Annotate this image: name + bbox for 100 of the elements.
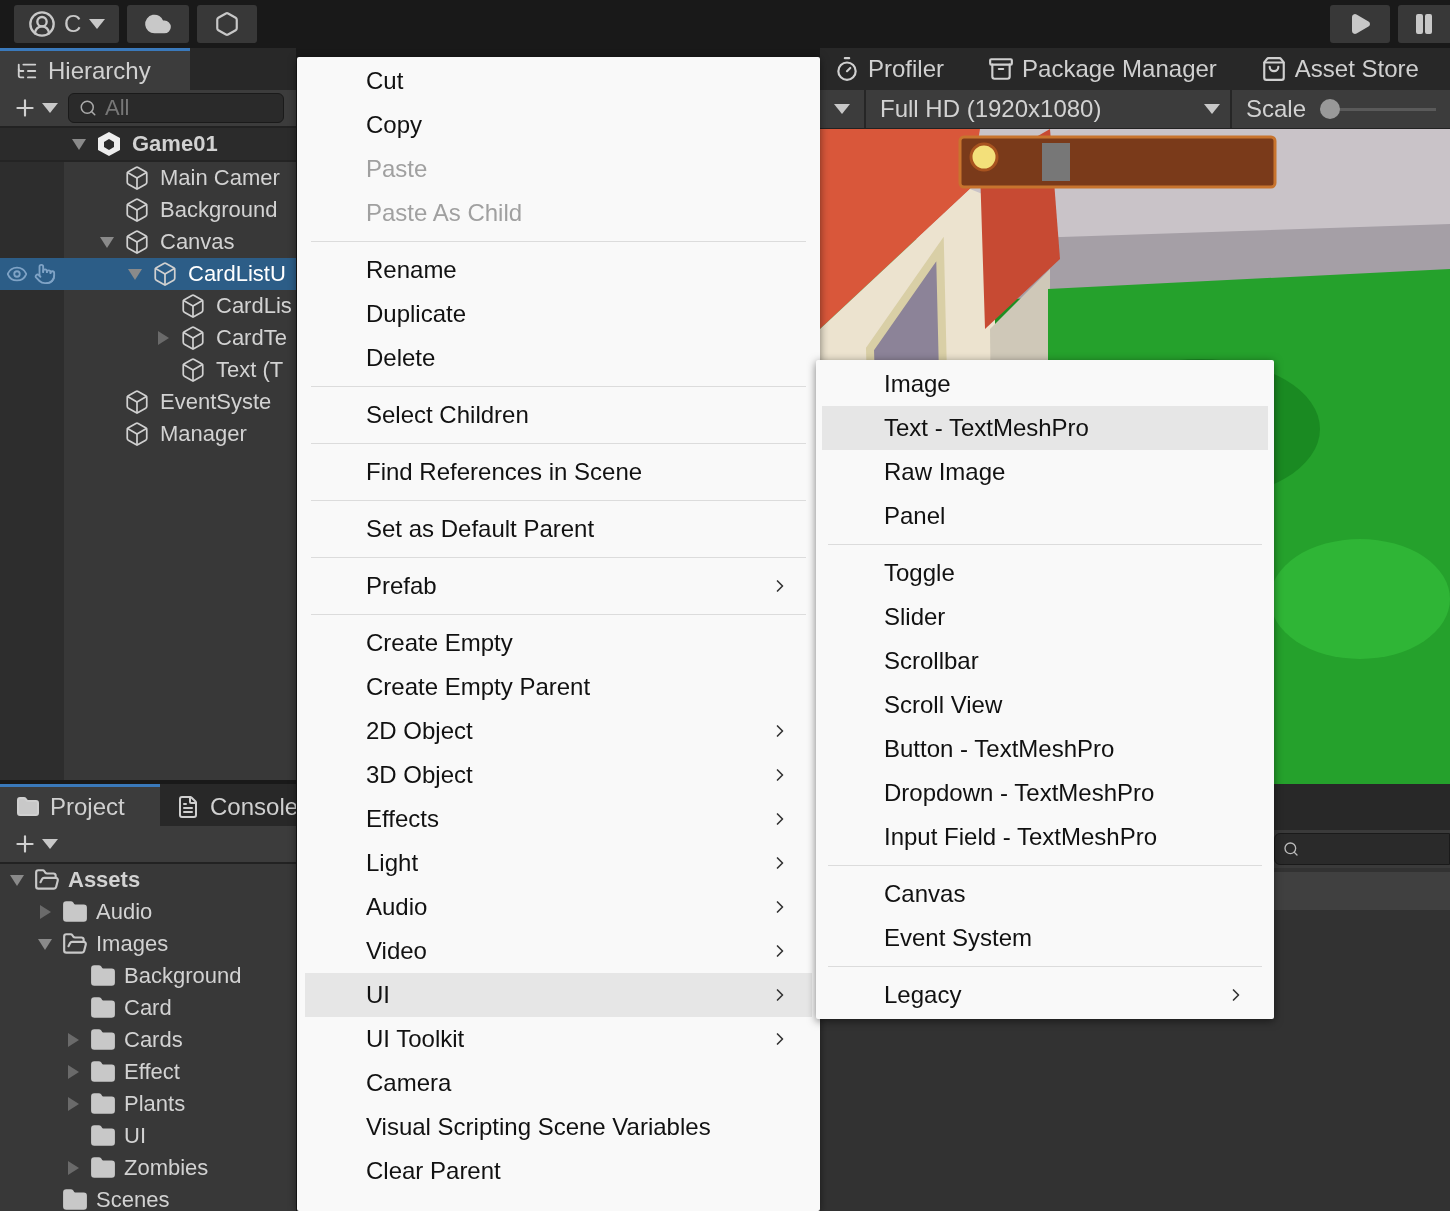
folder-item[interactable]: Cards — [0, 1024, 296, 1056]
expand-arrow-icon[interactable] — [65, 1096, 81, 1112]
tree-item[interactable]: Text (T — [0, 354, 296, 386]
tree-item[interactable]: CardListU — [0, 258, 296, 290]
folder-item[interactable]: Effect — [0, 1056, 296, 1088]
menu-item[interactable]: Visual Scripting Scene Variables — [305, 1105, 812, 1149]
editor-tab[interactable]: Package Manager — [988, 55, 1217, 83]
folder-item[interactable]: Images — [0, 928, 296, 960]
menu-item[interactable]: Effects — [305, 797, 812, 841]
menu-item[interactable]: Delete — [305, 336, 812, 380]
open-folder-icon — [34, 867, 60, 893]
folder-icon — [90, 1091, 116, 1117]
account-button[interactable]: C — [14, 5, 120, 43]
expand-arrow-icon[interactable] — [155, 330, 171, 346]
menu-item[interactable]: Event System — [822, 916, 1268, 960]
menu-item[interactable]: Copy — [305, 103, 812, 147]
expand-arrow-icon[interactable] — [37, 904, 53, 920]
tree-item[interactable]: CardLis — [0, 290, 296, 322]
folder-icon — [90, 963, 116, 989]
menu-item[interactable]: 2D Object — [305, 709, 812, 753]
menu-item[interactable]: Audio — [305, 885, 812, 929]
caret-icon — [1204, 104, 1220, 114]
menu-item[interactable]: Clear Parent — [305, 1149, 812, 1193]
expand-arrow-icon[interactable] — [65, 1160, 81, 1176]
editor-tab[interactable]: Asset Store — [1260, 55, 1419, 83]
tree-item[interactable]: Main Camer — [0, 162, 296, 194]
search-field[interactable] — [1274, 833, 1450, 865]
menu-item[interactable]: Dropdown - TextMeshPro — [822, 771, 1268, 815]
tree-item[interactable]: CardTe — [0, 322, 296, 354]
tree-item[interactable]: Background — [0, 194, 296, 226]
caret-icon — [42, 103, 58, 113]
cloud-button[interactable] — [127, 5, 190, 43]
menu-item[interactable]: Raw Image — [822, 450, 1268, 494]
expand-arrow-icon[interactable] — [65, 1064, 81, 1080]
menu-item[interactable]: UI Toolkit — [305, 1017, 812, 1061]
menu-item[interactable]: Legacy — [822, 973, 1268, 1017]
expand-arrow-icon[interactable] — [37, 936, 53, 952]
panel-tab[interactable]: Console — [160, 784, 296, 826]
bag-icon — [1260, 56, 1287, 82]
menu-item[interactable]: 3D Object — [305, 753, 812, 797]
menu-item[interactable]: Scroll View — [822, 683, 1268, 727]
menu-item[interactable]: Canvas — [822, 872, 1268, 916]
menu-item[interactable]: Toggle — [822, 551, 1268, 595]
folder-icon — [90, 1123, 116, 1149]
folder-icon — [16, 794, 40, 819]
folder-item[interactable]: Plants — [0, 1088, 296, 1120]
folder-item[interactable]: Card — [0, 992, 296, 1024]
folder-item[interactable]: Scenes — [0, 1184, 296, 1211]
menu-item[interactable]: Text - TextMeshPro — [822, 406, 1268, 450]
menu-item[interactable]: Video — [305, 929, 812, 973]
menu-item[interactable]: Image — [822, 362, 1268, 406]
cube-icon — [124, 165, 150, 191]
menu-item[interactable]: Slider — [822, 595, 1268, 639]
pause-button[interactable] — [1398, 5, 1450, 43]
menu-item[interactable]: Scrollbar — [822, 639, 1268, 683]
menu-item[interactable]: Button - TextMeshPro — [822, 727, 1268, 771]
expand-arrow-icon[interactable] — [127, 266, 143, 282]
cube-icon — [180, 357, 206, 383]
menu-item[interactable]: Rename — [305, 248, 812, 292]
cube-icon — [124, 229, 150, 255]
expand-arrow-icon[interactable] — [9, 872, 25, 888]
menu-item[interactable]: Duplicate — [305, 292, 812, 336]
expand-arrow-icon[interactable] — [99, 234, 115, 250]
folder-item[interactable]: Audio — [0, 896, 296, 928]
menu-item[interactable]: Prefab — [305, 564, 812, 608]
tree-item[interactable]: Game01 — [0, 128, 296, 162]
menu-item[interactable]: Camera — [305, 1061, 812, 1105]
hand-icon[interactable] — [34, 263, 56, 285]
tree-item[interactable]: Manager — [0, 418, 296, 450]
menu-item[interactable]: Create Empty — [305, 621, 812, 665]
folder-item[interactable]: Zombies — [0, 1152, 296, 1184]
expand-arrow-icon[interactable] — [65, 1032, 81, 1048]
folder-icon — [90, 1155, 116, 1181]
menu-item[interactable]: Select Children — [305, 393, 812, 437]
tree-item[interactable]: EventSyste — [0, 386, 296, 418]
menu-item[interactable]: Light — [305, 841, 812, 885]
play-button[interactable] — [1330, 5, 1390, 43]
panel-tab[interactable]: Project — [0, 784, 160, 826]
editor-tab[interactable]: Profiler — [834, 55, 945, 83]
hierarchy-tab[interactable]: Hierarchy — [0, 48, 190, 90]
slider-thumb[interactable] — [1320, 99, 1341, 119]
menu-item[interactable]: Panel — [822, 494, 1268, 538]
folder-item[interactable]: Assets — [0, 864, 296, 896]
menu-item[interactable]: Set as Default Parent — [305, 507, 812, 551]
expand-arrow-icon[interactable] — [71, 136, 87, 152]
version-control-button[interactable] — [197, 5, 258, 43]
menu-item[interactable]: Find References in Scene — [305, 450, 812, 494]
dropdown-caret-icon — [834, 104, 850, 114]
box-icon — [988, 56, 1015, 82]
tree-item[interactable]: Canvas — [0, 226, 296, 258]
cube-icon — [124, 389, 150, 415]
folder-item[interactable]: Background — [0, 960, 296, 992]
folder-icon — [62, 1187, 88, 1211]
cube-logo-icon — [96, 131, 122, 157]
folder-item[interactable]: UI — [0, 1120, 296, 1152]
menu-item[interactable]: Cut — [305, 59, 812, 103]
search-icon — [79, 99, 97, 117]
menu-item[interactable]: Input Field - TextMeshPro — [822, 815, 1268, 859]
menu-item[interactable]: UI — [305, 973, 812, 1017]
menu-item[interactable]: Create Empty Parent — [305, 665, 812, 709]
